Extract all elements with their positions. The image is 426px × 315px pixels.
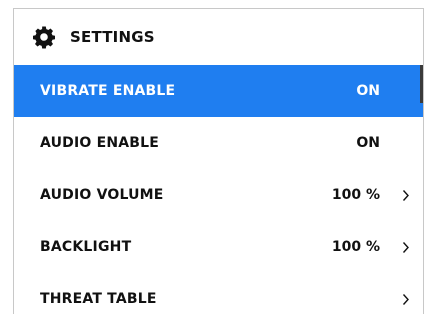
menu-item-label: VIBRATE ENABLE [40, 83, 176, 99]
scrollbar-thumb[interactable] [420, 65, 423, 103]
menu-item-label: BACKLIGHT [40, 239, 132, 255]
gear-icon [32, 25, 56, 49]
menu-item-threat-table[interactable]: THREAT TABLE [14, 273, 423, 314]
settings-panel: SETTINGS VIBRATE ENABLE ON AUDIO ENABLE … [13, 8, 424, 314]
chevron-right-icon [401, 188, 411, 202]
chevron-right-icon [401, 240, 411, 254]
menu-item-value: ON [356, 83, 380, 99]
menu-item-value: ON [356, 135, 380, 151]
scrollbar[interactable] [420, 65, 423, 314]
menu-item-audio-volume[interactable]: AUDIO VOLUME 100 % [14, 169, 423, 221]
menu-item-label: AUDIO ENABLE [40, 135, 160, 151]
menu-item-value: 100 % [331, 239, 380, 255]
menu-item-value: 100 % [331, 187, 380, 203]
chevron-right-icon [401, 292, 411, 306]
settings-list: VIBRATE ENABLE ON AUDIO ENABLE ON AUDIO … [14, 65, 423, 314]
settings-header: SETTINGS [14, 9, 423, 64]
menu-item-audio-enable[interactable]: AUDIO ENABLE ON [14, 117, 423, 169]
menu-item-label: THREAT TABLE [40, 291, 157, 307]
menu-item-label: AUDIO VOLUME [40, 187, 164, 203]
menu-item-backlight[interactable]: BACKLIGHT 100 % [14, 221, 423, 273]
page-title: SETTINGS [70, 27, 155, 46]
menu-item-vibrate-enable[interactable]: VIBRATE ENABLE ON [14, 65, 423, 117]
